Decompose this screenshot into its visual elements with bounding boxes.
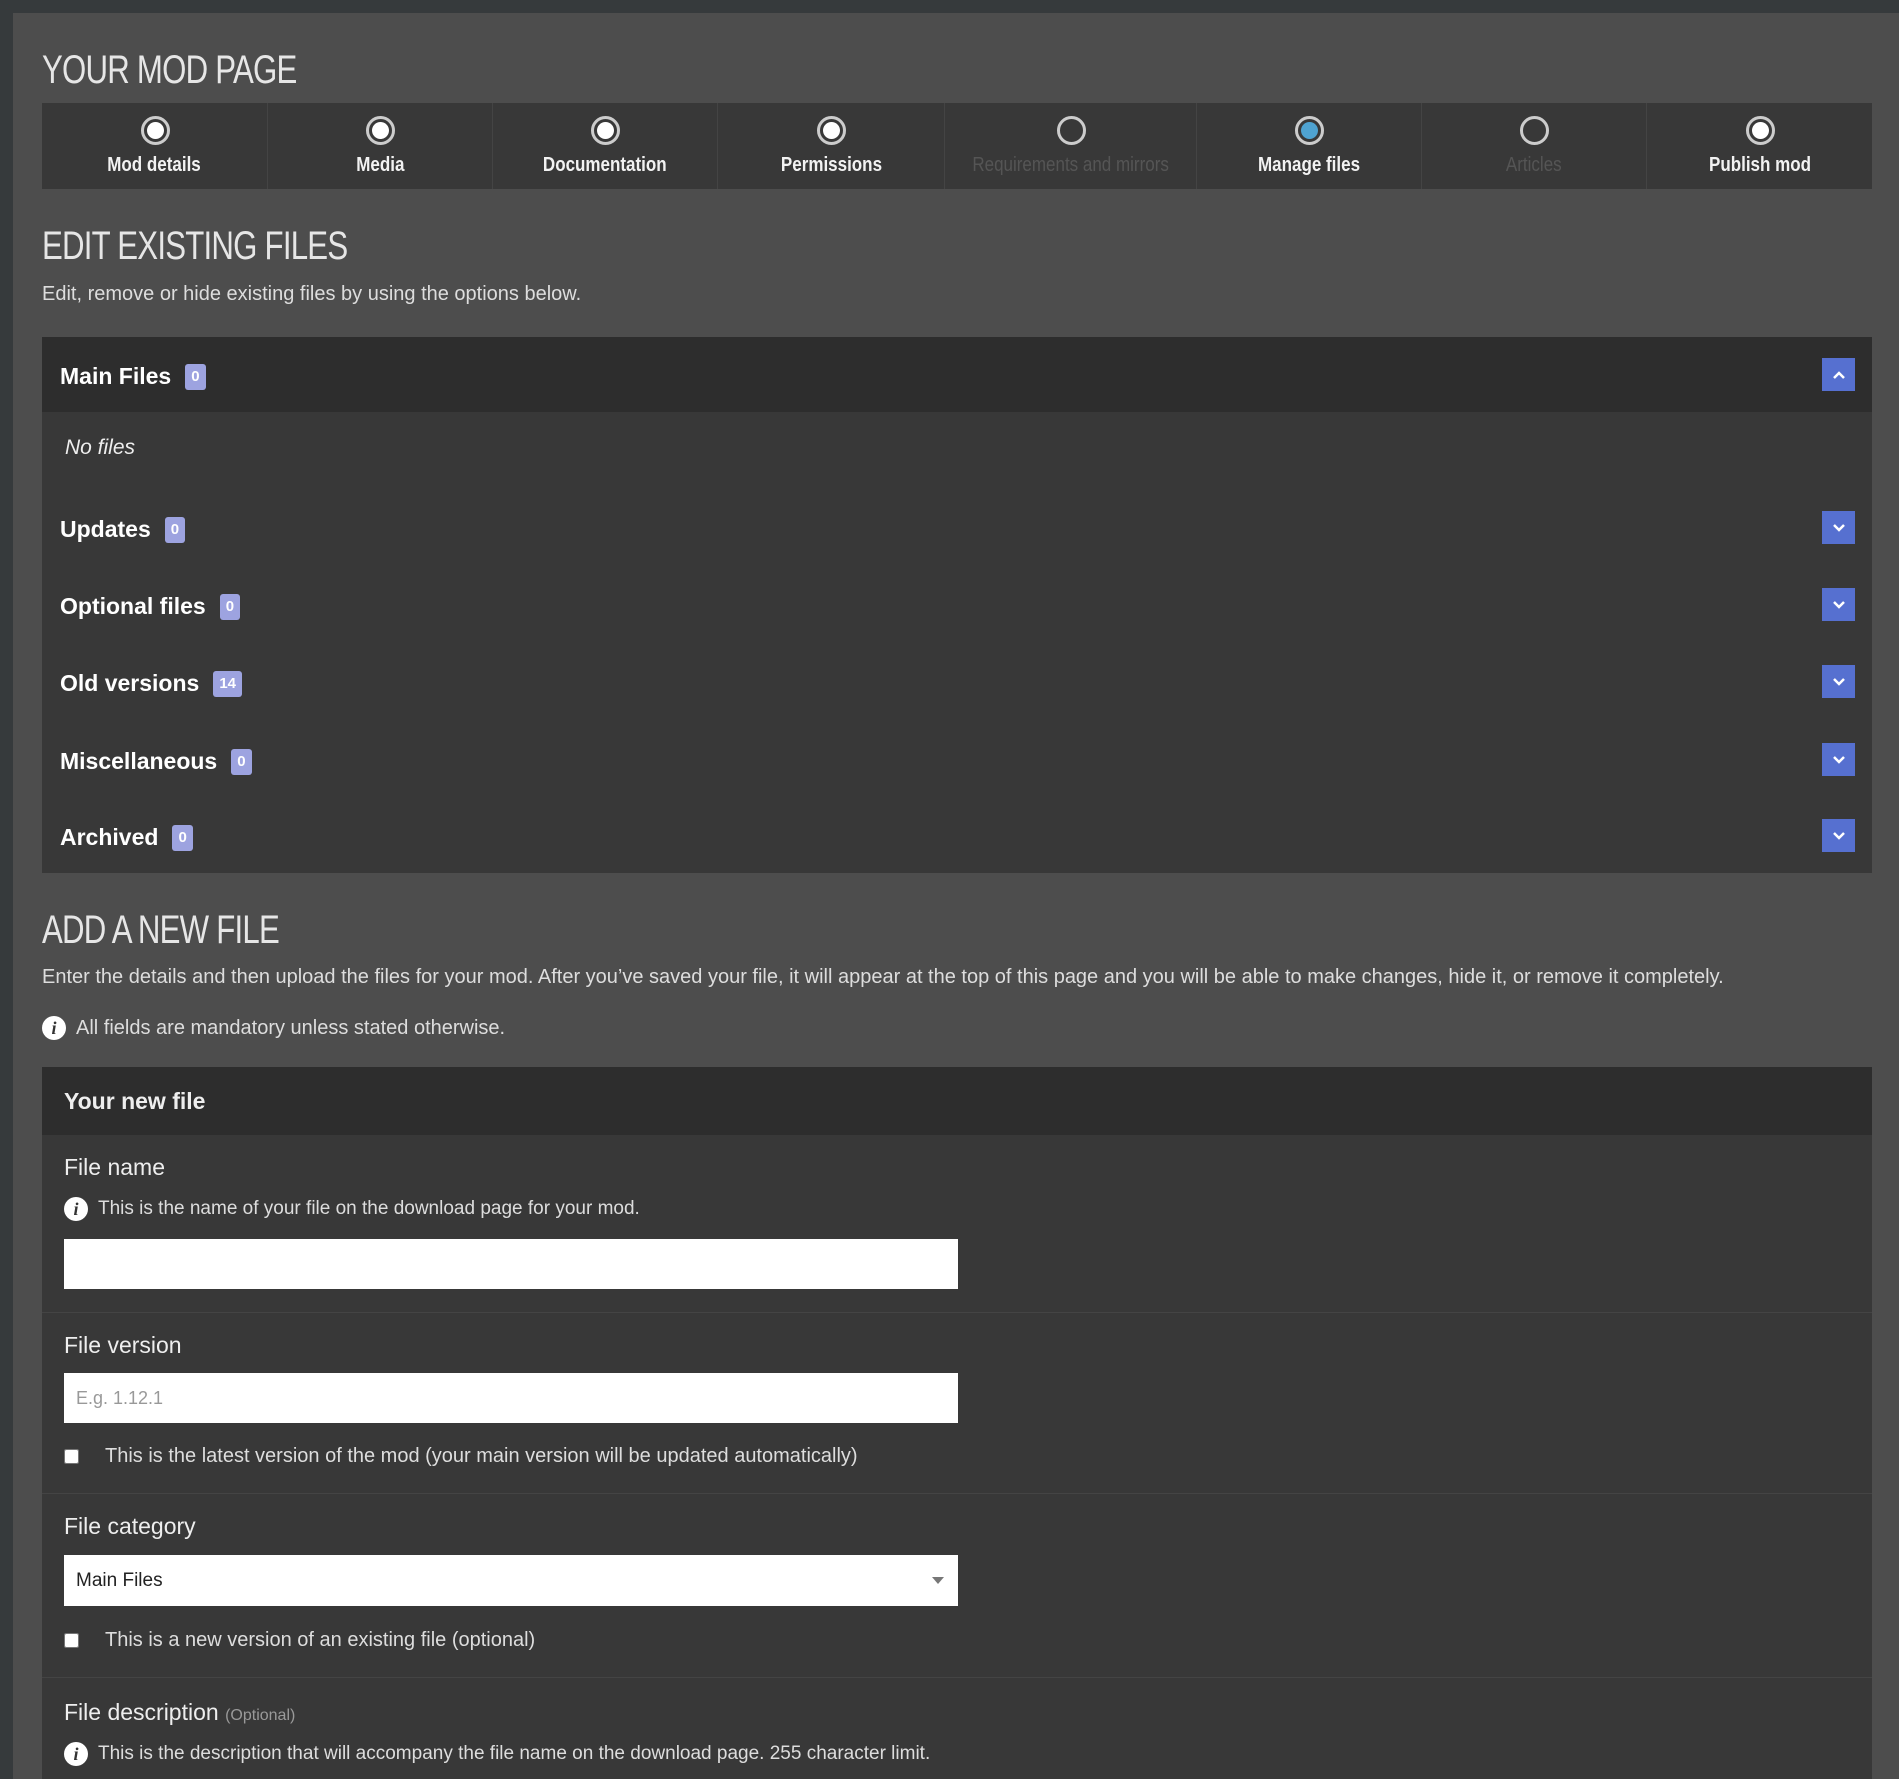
count-badge: 14 (213, 670, 243, 697)
edit-files-description: Edit, remove or hide existing files by u… (42, 283, 582, 305)
expand-button[interactable] (1822, 743, 1855, 776)
radio-icon (817, 116, 846, 145)
section-label: Optional files (60, 593, 206, 619)
divider (42, 1312, 1872, 1313)
file-description-hint-text: This is the description that will accomp… (98, 1743, 931, 1764)
file-version-label: File version (64, 1332, 182, 1358)
radio-icon (1056, 116, 1086, 145)
section-label: Miscellaneous (60, 748, 218, 774)
file-description-label-text: File description (64, 1699, 219, 1725)
expand-button[interactable] (1822, 819, 1855, 852)
info-icon: i (64, 1197, 88, 1221)
expand-button[interactable] (1822, 588, 1855, 621)
count-badge: 0 (172, 824, 193, 851)
file-section-miscellaneous[interactable]: Miscellaneous 0 (60, 748, 252, 775)
file-category-selected: Main Files (76, 1569, 163, 1591)
count-badge: 0 (185, 363, 206, 390)
form-header-title: Your new file (64, 1088, 206, 1114)
add-file-title: ADD A NEW FILE (42, 908, 280, 952)
divider (42, 1493, 1872, 1494)
section-label: Updates (60, 516, 151, 542)
new-version-label: This is a new version of an existing fil… (105, 1629, 536, 1651)
file-name-label: File name (64, 1154, 165, 1180)
file-section-optional-files[interactable]: Optional files 0 (60, 593, 241, 620)
file-name-hint: i This is the name of your file on the do… (64, 1197, 640, 1221)
expand-button[interactable] (1822, 511, 1855, 544)
file-name-input[interactable] (64, 1239, 958, 1289)
collapse-button[interactable] (1822, 358, 1855, 391)
file-name-hint-text: This is the name of your file on the dow… (98, 1198, 640, 1219)
optional-tag: (Optional) (225, 1707, 296, 1724)
tab-media[interactable]: Media (268, 103, 493, 189)
tab-label: Articles (1506, 154, 1562, 176)
tab-label: Publish mod (1708, 154, 1811, 176)
file-category-select[interactable]: Main Files (64, 1555, 958, 1606)
latest-version-checkbox[interactable] (64, 1449, 79, 1464)
no-files-text: No files (65, 436, 136, 459)
radio-icon (1295, 116, 1324, 145)
new-version-checkbox[interactable] (64, 1633, 79, 1648)
radio-icon (140, 116, 170, 145)
info-icon: i (42, 1016, 66, 1040)
radio-icon (366, 116, 395, 145)
edit-files-title: EDIT EXISTING FILES (42, 224, 348, 268)
mandatory-note-text: All fields are mandatory unless stated o… (76, 1016, 506, 1039)
chevron-up-icon (1832, 370, 1845, 379)
radio-icon (1520, 116, 1549, 145)
expand-button[interactable] (1822, 665, 1855, 698)
radio-icon (1745, 116, 1775, 145)
mandatory-note: i All fields are mandatory unless stated … (42, 1016, 505, 1040)
add-file-description: Enter the details and then upload the fi… (42, 966, 1724, 988)
latest-version-checkbox-row[interactable]: This is the latest version of the mod (y… (64, 1445, 858, 1468)
divider (42, 1677, 1872, 1678)
chevron-down-icon (1832, 600, 1845, 609)
info-icon: i (64, 1742, 88, 1766)
section-label: Old versions (60, 670, 200, 696)
new-version-checkbox-row[interactable]: This is a new version of an existing fil… (64, 1629, 535, 1652)
tab-articles: Articles (1422, 103, 1647, 189)
file-section-old-versions[interactable]: Old versions 14 (60, 670, 243, 697)
count-badge: 0 (231, 748, 252, 775)
form-header: Your new file (42, 1067, 1872, 1135)
new-file-form: Your new file File name i This is the nam… (42, 1067, 1872, 1779)
count-badge: 0 (219, 593, 241, 620)
file-description-label: File description (Optional) (64, 1699, 295, 1726)
caret-down-icon (932, 1577, 944, 1584)
chevron-down-icon (1832, 523, 1845, 532)
tab-label: Manage files (1257, 154, 1361, 176)
file-section-main-files[interactable]: Main Files 0 (60, 363, 206, 390)
tab-publish-mod[interactable]: Publish mod (1647, 103, 1872, 189)
radio-icon (591, 116, 620, 145)
latest-version-label: This is the latest version of the mod (y… (105, 1445, 858, 1467)
count-badge: 0 (164, 516, 186, 543)
tab-label: Media (355, 154, 405, 176)
file-description-hint: i This is the description that will accom… (64, 1742, 930, 1766)
chevron-down-icon (1832, 755, 1845, 764)
tab-documentation[interactable]: Documentation (493, 103, 718, 189)
tab-label: Requirements and mirrors (972, 154, 1169, 176)
tab-mod-details[interactable]: Mod details (42, 103, 268, 189)
chevron-down-icon (1832, 831, 1845, 840)
section-label: Archived (60, 824, 159, 850)
main-files-header (42, 337, 1872, 412)
tab-label: Mod details (107, 154, 202, 176)
tab-label: Documentation (543, 154, 667, 176)
section-label: Main Files (60, 363, 172, 389)
tab-requirements-and-mirrors: Requirements and mirrors (945, 103, 1197, 189)
tab-label: Permissions (780, 154, 882, 176)
file-category-label: File category (64, 1513, 196, 1539)
page-title: YOUR MOD PAGE (42, 48, 297, 92)
tab-manage-files[interactable]: Manage files (1197, 103, 1422, 189)
file-section-updates[interactable]: Updates 0 (60, 516, 186, 543)
wizard-tabs: Mod details Media Documentation Permissions… (42, 103, 1872, 189)
tab-permissions[interactable]: Permissions (718, 103, 945, 189)
file-version-input[interactable] (64, 1373, 958, 1423)
file-section-archived[interactable]: Archived 0 (60, 824, 193, 851)
existing-files-panel: No files Main Files 0 Updates 0 Optional fil… (42, 337, 1872, 873)
chevron-down-icon (1832, 677, 1845, 686)
